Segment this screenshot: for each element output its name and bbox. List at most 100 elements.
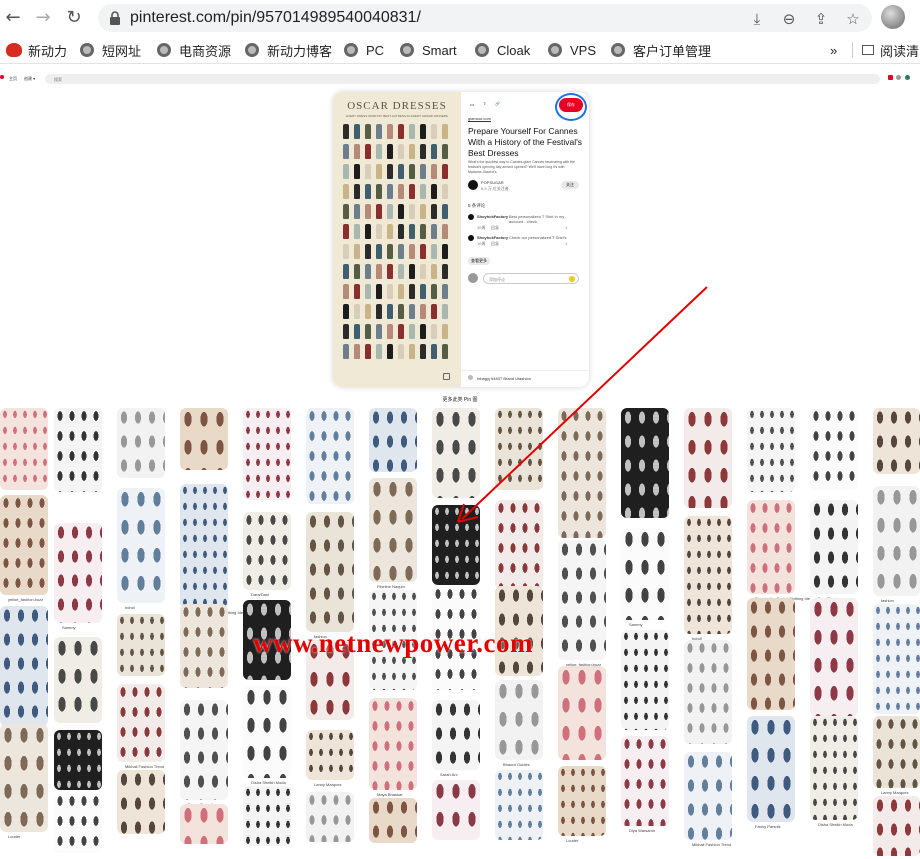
comments-header[interactable]: 5 条评论 [468,203,485,209]
pin-tile-caption[interactable]: yelloe_fashion.buzz [8,597,43,602]
pin-tile[interactable] [810,408,858,490]
comment-likes[interactable]: 1 [565,241,567,246]
comment-reply[interactable]: 回复 [491,225,499,231]
user-avatar[interactable] [905,75,910,80]
pin-tile-caption[interactable]: Mikhail Fashion Trend [692,842,731,847]
pin-tile[interactable] [558,766,606,836]
pin-tile[interactable] [117,684,165,762]
bookmark-item[interactable]: 新动力 [6,41,67,59]
pin-tile-caption[interactable]: Disha Sheikh Moda [251,780,286,785]
pin-tile[interactable] [54,793,102,853]
pin-tile[interactable] [432,700,480,770]
pin-tile[interactable] [180,804,228,844]
pin-tile[interactable] [117,770,165,834]
pin-tile[interactable] [306,512,354,632]
pin-tile[interactable] [243,512,291,590]
pin-tile[interactable] [54,637,102,723]
download-icon[interactable]: ⤓ [748,10,766,28]
pin-tile[interactable] [306,408,354,504]
pin-tile[interactable] [495,680,543,760]
pin-tile[interactable] [369,798,417,843]
bookmarks-more[interactable]: » [830,41,837,59]
pin-tile[interactable] [180,408,228,470]
pin-tile-caption[interactable]: Louder [8,834,20,839]
pin-tile[interactable] [54,523,102,623]
pin-tile[interactable] [432,408,480,498]
pin-tile[interactable] [747,716,795,822]
author-avatar[interactable] [468,180,478,190]
pin-tile[interactable] [810,598,858,716]
arrow-left-icon[interactable]: ← [3,8,23,28]
pin-tile[interactable] [369,478,417,582]
pin-tile[interactable] [558,666,606,760]
pin-tile[interactable] [747,598,795,710]
bookmark-item[interactable]: 客户订单管理 [611,41,711,59]
pin-tile-caption[interactable]: Fanny Parsnik [755,824,781,829]
bookmark-item[interactable]: PC [344,41,384,59]
pin-tile[interactable] [54,730,102,790]
star-icon[interactable]: ☆ [844,10,862,28]
pin-tile[interactable] [747,408,795,492]
reading-list[interactable]: 阅读清 [862,41,919,59]
pin-tile[interactable] [621,736,669,826]
pin-tile[interactable] [495,770,543,840]
url-text[interactable]: pinterest.com/pin/957014989540040831/ [130,9,421,27]
bookmark-item[interactable]: Cloak [475,41,530,59]
pin-tile[interactable] [0,408,48,490]
address-bar[interactable]: pinterest.com/pin/957014989540040831/ ⤓ … [98,4,872,32]
pin-tile[interactable] [432,780,480,840]
pin-tile[interactable] [873,408,920,474]
pin-tile-caption[interactable]: Bhaura Guides [503,762,530,767]
pin-tile-caption[interactable]: Diya Warsamir [629,828,655,833]
messages-icon[interactable] [896,75,901,80]
pin-tile[interactable] [495,408,543,490]
bookmark-item[interactable]: 新动力博客 [245,41,332,59]
comment-reply[interactable]: 回复 [491,241,499,247]
more-options-icon[interactable]: ••• [470,102,474,107]
pin-tile-caption[interactable]: Louder [566,838,578,843]
pin-tile-caption[interactable]: Lanny Marquez [881,790,909,795]
pin-tile[interactable] [117,408,165,478]
pin-tile[interactable] [873,716,920,788]
pin-tile[interactable] [0,495,48,595]
pin-source-link[interactable]: glamour.com [468,116,491,121]
pin-tile-caption[interactable]: Mikhail Fashion Trend [125,764,164,769]
emoji-icon[interactable] [569,276,575,282]
pin-tile[interactable] [0,724,48,832]
home-tab[interactable]: 主页 [9,76,17,82]
pinterest-logo-icon[interactable] [0,75,4,79]
pin-tile[interactable] [810,716,858,820]
pin-tile-caption[interactable]: Fibeline Naquin [377,584,405,589]
follow-button[interactable]: 关注 [561,181,579,189]
comment-user[interactable]: ShoyhckFactory [477,235,508,240]
pin-tile[interactable] [243,786,291,846]
pin-tile[interactable] [117,614,165,676]
pin-tile[interactable] [495,500,543,590]
pin-tile[interactable] [684,640,732,744]
pin-tile[interactable] [369,698,417,790]
pin-tile[interactable] [180,700,228,800]
expand-icon[interactable] [443,373,450,380]
pin-tile[interactable] [243,686,291,778]
pin-tile[interactable] [810,500,858,594]
pin-tile-caption[interactable]: Lanny Marquez [314,782,342,787]
comment-user[interactable]: ShoyhckFactory [477,214,508,219]
pin-tile-caption[interactable]: fashion [881,598,894,603]
pin-tile[interactable] [0,606,48,726]
pin-tile[interactable] [117,488,165,603]
pin-tile[interactable] [873,796,920,856]
author-name[interactable]: POPSUGAR [481,180,504,185]
search-input[interactable]: 搜索 [45,74,880,84]
pin-tile[interactable] [243,408,291,500]
pin-tile-caption[interactable]: Sammy [62,625,76,630]
pin-tile[interactable] [306,730,354,780]
pin-tile[interactable] [621,408,669,518]
pin-tile[interactable] [432,505,480,585]
pin-tile[interactable] [684,408,732,508]
pin-tile[interactable] [306,792,354,842]
pin-tile[interactable] [558,408,606,538]
pin-tile[interactable] [180,484,228,608]
comment-likes[interactable]: 1 [565,225,567,230]
notification-icon[interactable] [888,75,893,80]
pin-image[interactable]: OSCAR DRESSES EVERY DRESS WORN BY BEST A… [333,92,461,387]
